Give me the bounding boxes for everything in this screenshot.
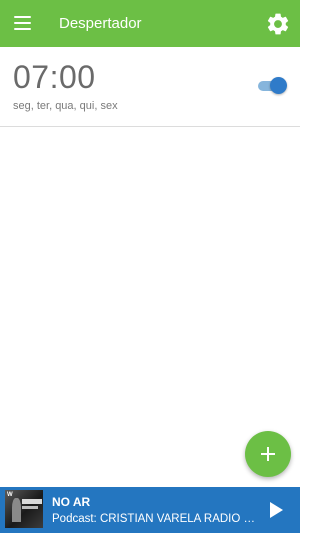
play-icon[interactable] [266,500,286,520]
mini-player[interactable]: W NO AR Podcast: CRISTIAN VARELA RADIO S… [0,487,300,533]
gear-icon[interactable] [265,11,291,37]
page-title: Despertador [59,15,142,32]
alarm-enabled-toggle[interactable] [256,77,288,95]
app-bar: Despertador [0,0,300,47]
podcast-cover-image: W [5,490,43,528]
alarm-list-item[interactable]: 07:00 seg, ter, qua, qui, sex [0,47,300,127]
cover-logo: W [7,492,13,498]
alarm-time: 07:00 [13,59,96,95]
alarm-days: seg, ter, qua, qui, sex [13,100,118,112]
add-alarm-button[interactable] [245,431,291,477]
player-status: NO AR [52,495,91,509]
player-subtitle: Podcast: CRISTIAN VARELA RADIO SHOW [52,513,257,525]
toggle-thumb [270,77,287,94]
hamburger-menu-icon[interactable] [12,14,34,32]
